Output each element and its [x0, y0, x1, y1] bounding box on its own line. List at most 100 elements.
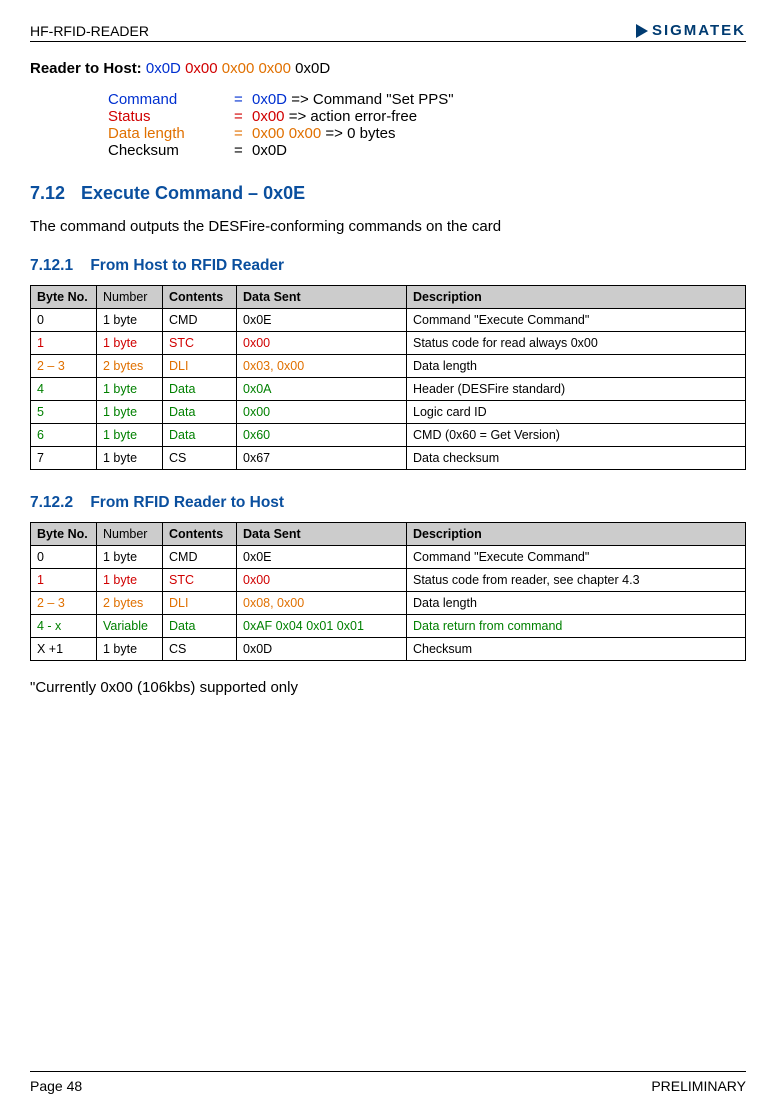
table-row: 4 - xVariableData0xAF 0x04 0x01 0x01Data…	[31, 615, 746, 638]
table-host-to-reader: Byte No. Number Contents Data Sent Descr…	[30, 285, 746, 470]
table-cell: 0x0E	[237, 309, 407, 332]
table-cell: Status code for read always 0x00	[407, 332, 746, 355]
param-val: 0x0D => Command "Set PPS"	[252, 91, 454, 108]
table-cell: 0x08, 0x00	[237, 592, 407, 615]
th-description: Description	[407, 286, 746, 309]
table-cell: 1 byte	[97, 447, 163, 470]
table-cell: 0x00	[237, 332, 407, 355]
th-datasent: Data Sent	[237, 286, 407, 309]
table-cell: 1 byte	[97, 638, 163, 661]
table-cell: 0	[31, 546, 97, 569]
table-row: 2 – 32 bytesDLI0x03, 0x00Data length	[31, 355, 746, 378]
th-number: Number	[97, 523, 163, 546]
table-cell: 0	[31, 309, 97, 332]
table-cell: 1 byte	[97, 401, 163, 424]
section-num: 7.12	[30, 183, 76, 204]
table-header-row: Byte No. Number Contents Data Sent Descr…	[31, 523, 746, 546]
section-num: 7.12.1	[30, 257, 86, 275]
table-cell: 0x00	[237, 569, 407, 592]
table-cell: Data	[163, 615, 237, 638]
th-description: Description	[407, 523, 746, 546]
logo-text: SIGMATEK	[652, 22, 746, 39]
th-contents: Contents	[163, 286, 237, 309]
th-byteno: Byte No.	[31, 286, 97, 309]
section-7121-heading: 7.12.1 From Host to RFID Reader	[30, 257, 746, 275]
param-eq: =	[234, 125, 252, 142]
table-row: X +11 byteCS0x0DChecksum	[31, 638, 746, 661]
table-cell: Logic card ID	[407, 401, 746, 424]
param-block: Command = 0x0D => Command "Set PPS" Stat…	[108, 91, 746, 159]
param-val: 0x00 0x00 => 0 bytes	[252, 125, 395, 142]
table-row: 11 byteSTC0x00Status code for read alway…	[31, 332, 746, 355]
r2h-byte-red: 0x00	[185, 60, 218, 77]
section-title: From RFID Reader to Host	[90, 494, 284, 511]
table-cell: DLI	[163, 592, 237, 615]
section-712-desc: The command outputs the DESFire-conformi…	[30, 218, 746, 235]
table-row: 61 byteData0x60CMD (0x60 = Get Version)	[31, 424, 746, 447]
footnote: "Currently 0x00 (106kbs) supported only	[30, 679, 746, 696]
doc-status: PRELIMINARY	[651, 1078, 746, 1094]
table-cell: Data	[163, 378, 237, 401]
param-row-checksum: Checksum = 0x0D	[108, 142, 746, 159]
table-cell: 0x0A	[237, 378, 407, 401]
reader-to-host-line: Reader to Host: 0x0D 0x00 0x00 0x00 0x0D	[30, 60, 746, 77]
table-cell: Data return from command	[407, 615, 746, 638]
table-cell: Data	[163, 424, 237, 447]
param-row-status: Status = 0x00 => action error-free	[108, 108, 746, 125]
table-cell: 1	[31, 569, 97, 592]
table-row: 01 byteCMD0x0ECommand "Execute Command"	[31, 546, 746, 569]
table-cell: 4	[31, 378, 97, 401]
table-cell: Data length	[407, 355, 746, 378]
r2h-byte-orange: 0x00 0x00	[222, 60, 291, 77]
table-cell: 4 - x	[31, 615, 97, 638]
section-title: Execute Command – 0x0E	[81, 183, 305, 203]
table-cell: CMD (0x60 = Get Version)	[407, 424, 746, 447]
table-cell: 2 bytes	[97, 355, 163, 378]
table-cell: 1 byte	[97, 569, 163, 592]
table-cell: 0x0E	[237, 546, 407, 569]
section-num: 7.12.2	[30, 494, 86, 512]
table-cell: DLI	[163, 355, 237, 378]
th-datasent: Data Sent	[237, 523, 407, 546]
table-cell: 2 bytes	[97, 592, 163, 615]
param-val: 0x0D	[252, 142, 287, 159]
table-cell: 0xAF 0x04 0x01 0x01	[237, 615, 407, 638]
table-cell: 7	[31, 447, 97, 470]
table-cell: 1 byte	[97, 309, 163, 332]
body-content: Reader to Host: 0x0D 0x00 0x00 0x00 0x0D…	[30, 42, 746, 696]
table-cell: CMD	[163, 309, 237, 332]
param-eq: =	[234, 108, 252, 125]
table-cell: CMD	[163, 546, 237, 569]
r2h-byte-black: 0x0D	[295, 60, 330, 77]
table-cell: 2 – 3	[31, 592, 97, 615]
section-7122-heading: 7.12.2 From RFID Reader to Host	[30, 494, 746, 512]
page-number: Page 48	[30, 1078, 82, 1094]
table-cell: Command "Execute Command"	[407, 546, 746, 569]
table-row: 41 byteData0x0AHeader (DESFire standard)	[31, 378, 746, 401]
table-cell: CS	[163, 638, 237, 661]
table-cell: 0x0D	[237, 638, 407, 661]
table-row: 51 byteData0x00Logic card ID	[31, 401, 746, 424]
th-number: Number	[97, 286, 163, 309]
page-header: HF-RFID-READER SIGMATEK	[30, 22, 746, 42]
table-row: 71 byteCS0x67Data checksum	[31, 447, 746, 470]
r2h-byte-blue: 0x0D	[146, 60, 181, 77]
table-row: 2 – 32 bytesDLI0x08, 0x00Data length	[31, 592, 746, 615]
table-cell: 1 byte	[97, 546, 163, 569]
table-cell: Status code from reader, see chapter 4.3	[407, 569, 746, 592]
table-cell: Data length	[407, 592, 746, 615]
table-reader-to-host: Byte No. Number Contents Data Sent Descr…	[30, 522, 746, 661]
table-cell: STC	[163, 569, 237, 592]
table-cell: 1 byte	[97, 378, 163, 401]
table-cell: Header (DESFire standard)	[407, 378, 746, 401]
table-cell: 5	[31, 401, 97, 424]
param-name: Command	[108, 91, 234, 108]
section-title: From Host to RFID Reader	[90, 257, 284, 274]
table-cell: 6	[31, 424, 97, 447]
table-cell: Checksum	[407, 638, 746, 661]
table-cell: Data	[163, 401, 237, 424]
table-cell: 0x03, 0x00	[237, 355, 407, 378]
table-cell: 1 byte	[97, 332, 163, 355]
th-byteno: Byte No.	[31, 523, 97, 546]
param-name: Status	[108, 108, 234, 125]
